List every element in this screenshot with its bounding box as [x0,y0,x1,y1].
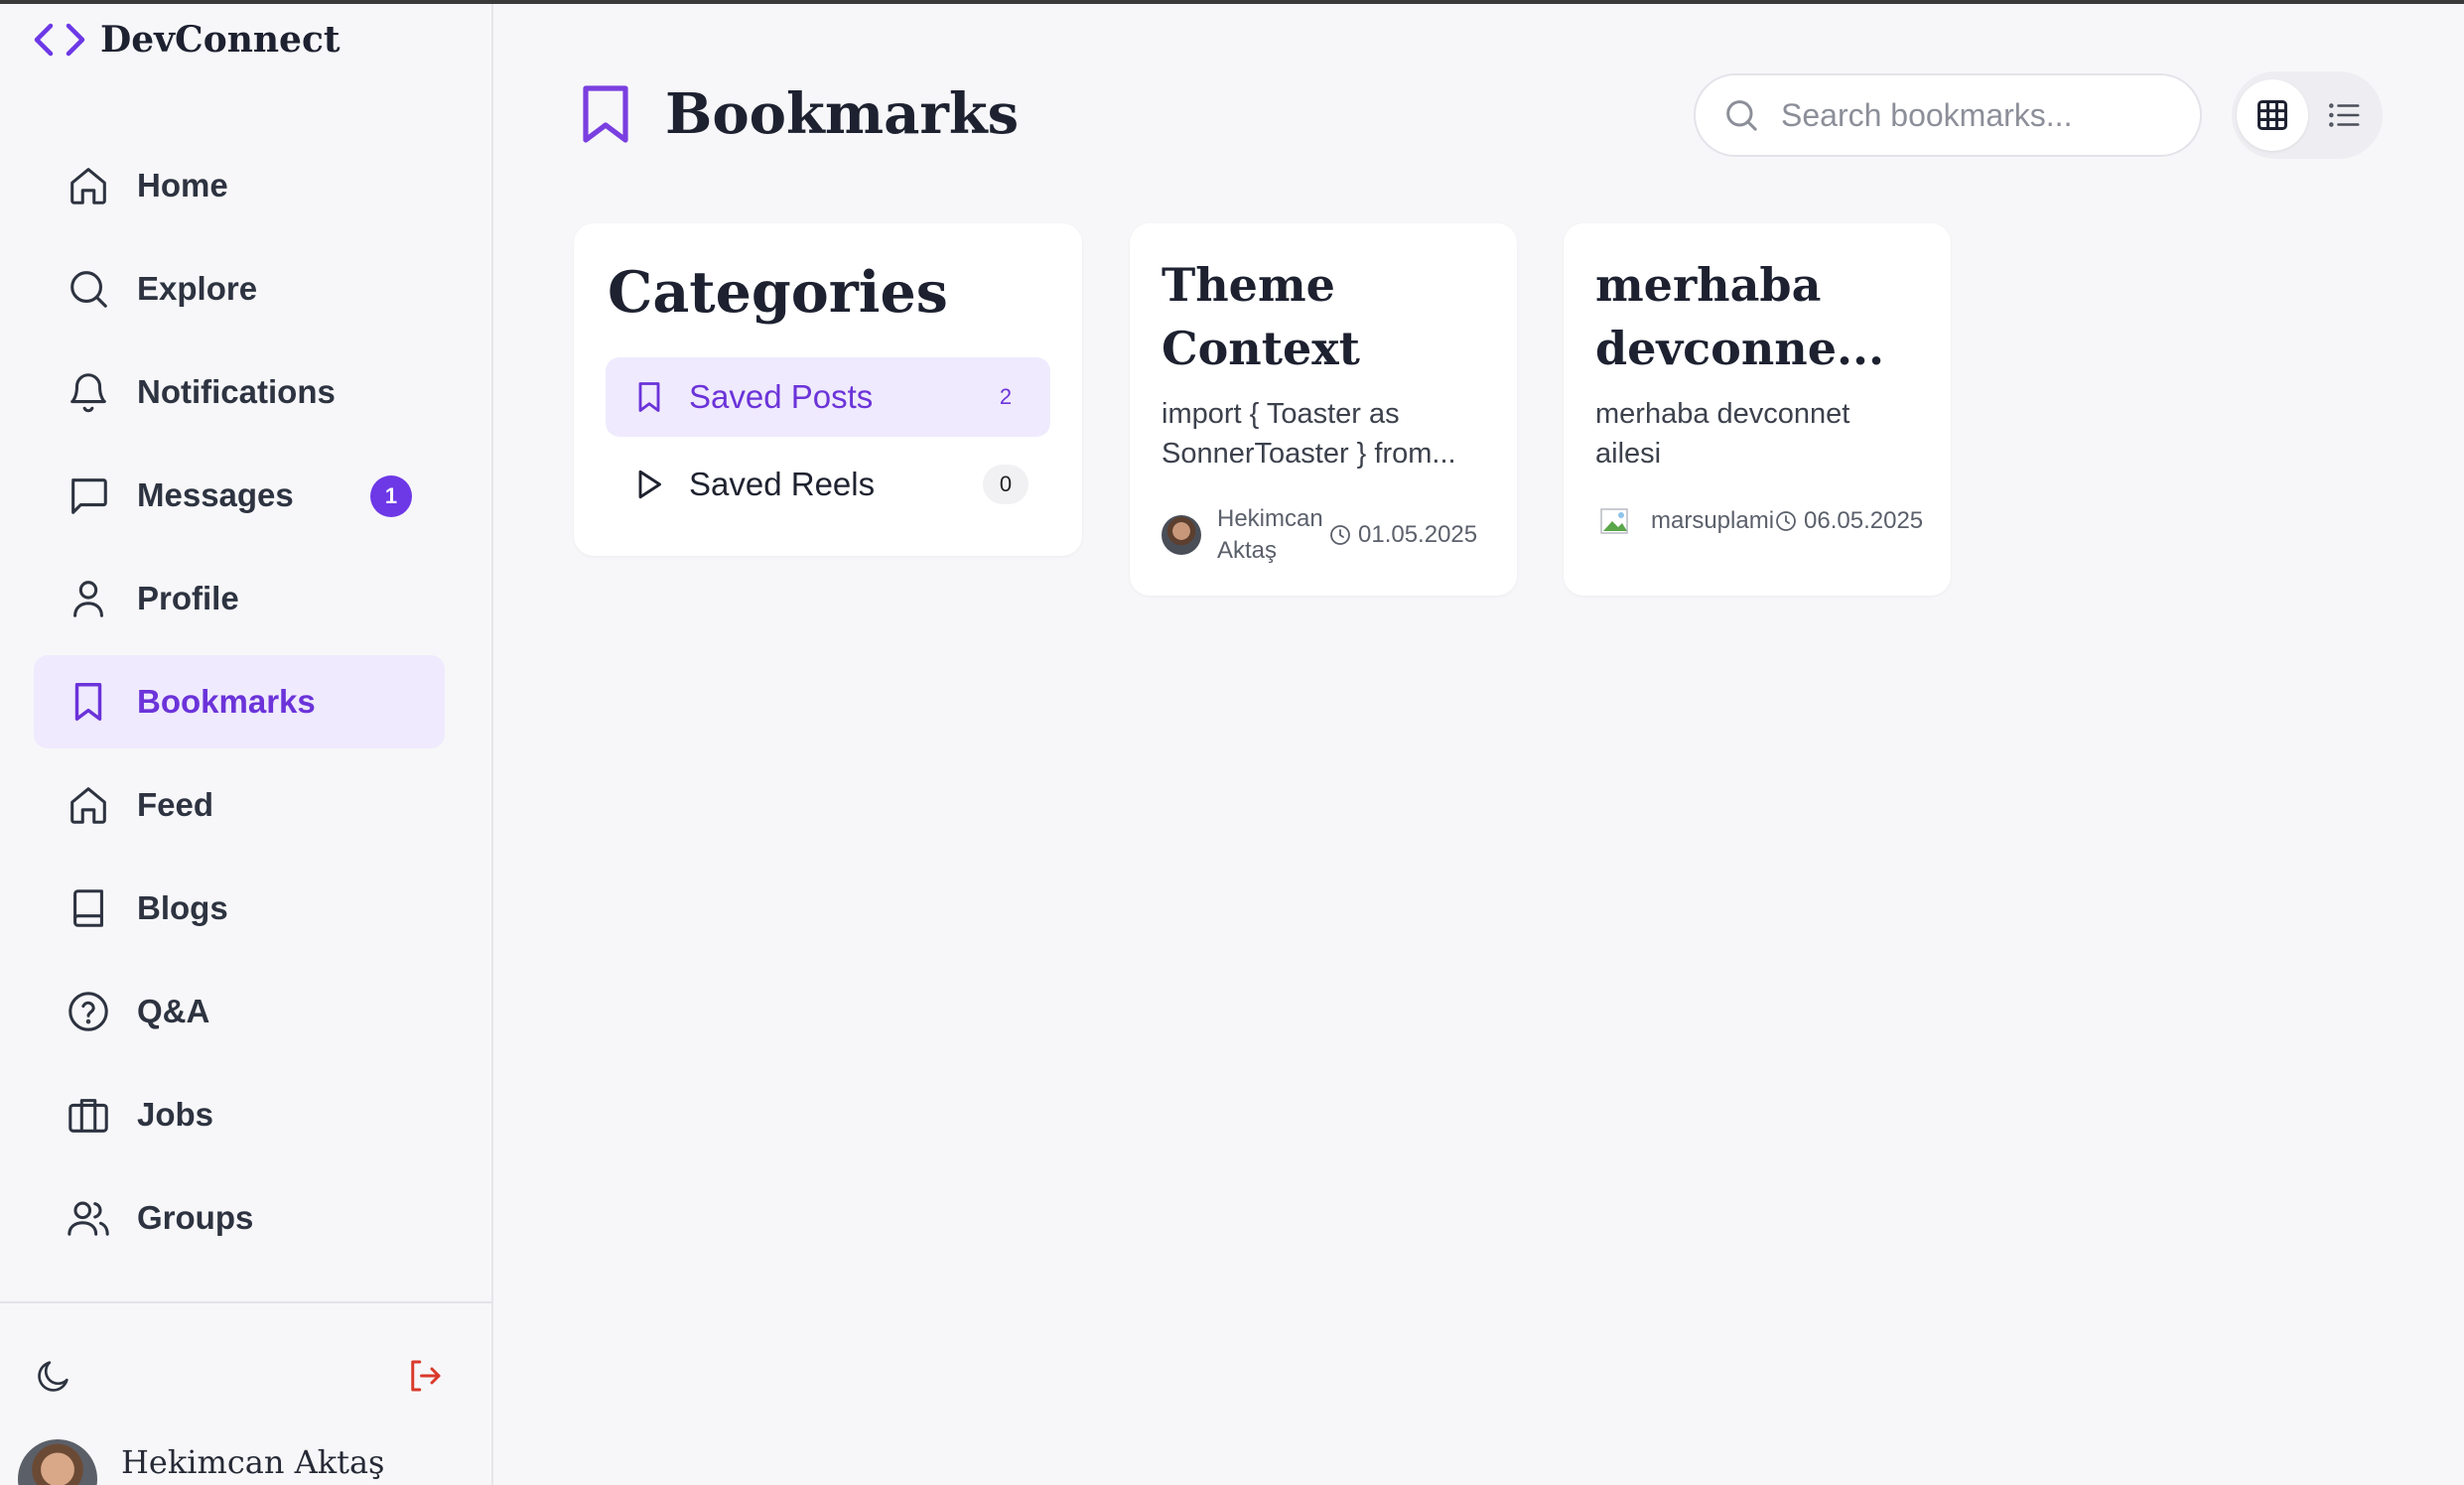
sidebar-item-qa[interactable]: Q&A [34,965,445,1058]
post-date-text: 06.05.2025 [1804,507,1924,534]
grid-view-button[interactable] [2237,79,2308,151]
avatar [18,1439,97,1485]
sidebar-item-profile[interactable]: Profile [34,552,445,645]
categories-title: Categories [608,259,948,326]
post-meta: marsuplami 06.05.2025 [1595,501,1923,541]
home-icon [70,787,106,824]
bookmark-card[interactable]: Theme Context import { Toaster as Sonner… [1130,223,1517,596]
page-header: Bookmarks [580,81,1019,147]
page-title: Bookmarks [665,81,1020,147]
sidebar-item-jobs[interactable]: Jobs [34,1068,445,1161]
list-view-button[interactable] [2308,79,2380,151]
post-title: Theme Context [1162,258,1360,375]
moon-icon[interactable] [34,1356,73,1396]
sidebar-item-label: Profile [137,580,239,616]
logout-icon[interactable] [404,1355,446,1397]
search-bar[interactable] [1694,73,2202,157]
brand-name: DevConnect [100,19,341,61]
bookmark-icon [74,683,102,721]
sidebar-item-explore[interactable]: Explore [34,242,445,336]
sidebar-item-messages[interactable]: Messages 1 [34,449,445,542]
brand-logo[interactable]: DevConnect [33,16,341,64]
post-excerpt: import { Toaster as SonnerToaster } from… [1162,398,1456,470]
current-user[interactable]: Hekimcan Aktaş [18,1439,384,1485]
post-author: Hekimcan Aktaş [1217,505,1323,564]
sidebar-item-label: Messages [137,476,294,513]
sidebar-item-label: Explore [137,270,258,307]
category-count: 0 [983,465,1028,504]
broken-image-icon [1600,508,1628,534]
sidebar-item-label: Q&A [137,993,210,1029]
post-meta: Hekimcan Aktaş 01.05.2025 [1162,503,1477,567]
categories-panel: Categories Saved Posts 2 Saved Reels 0 [574,223,1082,556]
bookmark-card[interactable]: merhaba devconne... merhaba devconnet ai… [1564,223,1951,596]
clock-icon [1776,511,1796,531]
post-excerpt: merhaba devconnet ailesi [1595,398,1850,470]
post-title: merhaba devconne... [1595,258,1885,375]
sidebar-divider [0,1301,493,1303]
category-count: 2 [999,384,1013,409]
category-label: Saved Reels [689,466,876,502]
unread-badge: 1 [370,475,412,517]
sidebar-item-label: Home [137,167,228,203]
sidebar-item-label: Blogs [137,889,228,926]
clock-icon [1330,525,1350,545]
bookmark-icon [583,85,628,143]
category-saved-posts[interactable]: Saved Posts 2 [606,357,1050,437]
list-icon [2329,103,2360,127]
category-saved-reels[interactable]: Saved Reels 0 [606,445,1050,524]
search-input[interactable] [1781,96,2178,134]
help-circle-icon [68,992,108,1031]
home-icon [70,168,106,204]
message-icon [71,478,107,514]
category-label: Saved Posts [689,378,874,415]
book-icon [73,889,103,927]
post-author: marsuplami [1651,507,1775,534]
bell-icon [70,373,106,413]
sidebar-item-label: Jobs [137,1096,214,1133]
sidebar-nav: Home Explore Notifications Messages 1 Pr… [34,139,445,1275]
search-icon [70,271,107,308]
users-icon [68,1201,109,1236]
code-icon [34,23,85,57]
sidebar-item-groups[interactable]: Groups [34,1171,445,1265]
sidebar-item-home[interactable]: Home [34,139,445,232]
sidebar: DevConnect Home Explore Notifications Me… [0,4,493,1485]
sidebar-item-label: Bookmarks [137,683,316,720]
sidebar-item-label: Feed [137,786,214,823]
bookmark-icon [638,382,660,412]
avatar [1162,515,1201,555]
post-date-text: 01.05.2025 [1358,521,1478,548]
post-date: 06.05.2025 [1774,507,1923,535]
search-icon [1726,100,1757,131]
sidebar-item-label: Notifications [137,373,336,410]
briefcase-icon [68,1099,108,1133]
grid-icon [2258,100,2287,130]
sidebar-item-blogs[interactable]: Blogs [34,862,445,955]
sidebar-item-feed[interactable]: Feed [34,758,445,852]
sidebar-item-notifications[interactable]: Notifications [34,345,445,439]
play-icon [638,470,661,499]
user-name: Hekimcan Aktaş [121,1443,385,1481]
post-date: 01.05.2025 [1328,521,1477,549]
sidebar-item-bookmarks[interactable]: Bookmarks [34,655,445,748]
view-toggle [2232,71,2383,159]
sidebar-item-label: Groups [137,1199,254,1236]
user-icon [73,581,103,617]
